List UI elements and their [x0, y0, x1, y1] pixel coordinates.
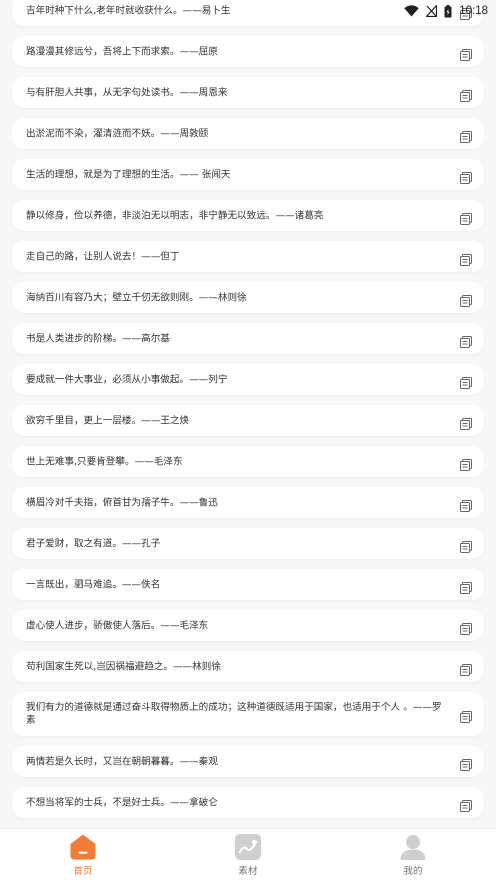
copy-icon[interactable]: [460, 128, 472, 143]
quote-item[interactable]: 苟利国家生死以,岂因祸福避趋之。——林则徐: [12, 651, 484, 682]
quote-text: 要成就一件大事业，必须从小事做起。——列宁: [26, 374, 228, 385]
quote-text: 虚心使人进步，骄傲使人落后。——毛泽东: [26, 620, 209, 631]
quote-text: 书是人类进步的阶梯。——高尔基: [26, 333, 170, 344]
quote-text: 君子爱财，取之有道。——孔子: [26, 538, 161, 549]
tab-materials-label: 素材: [238, 866, 258, 877]
quote-text: 世上无难事,只要肯登攀。——毛泽东: [26, 456, 183, 467]
quote-item[interactable]: 我们有力的道德就是通过奋斗取得物质上的成功；这种道德既适用于国家，也适用于个人 …: [12, 692, 484, 736]
quote-text: 静以修身，俭以养德，非淡泊无以明志，非宁静无以致远。——诸葛亮: [26, 210, 324, 221]
quote-item[interactable]: 虚心使人进步，骄傲使人落后。——毛泽东: [12, 610, 484, 641]
quote-text: 生活的理想，就是为了理想的生活。—— 张闻天: [26, 169, 231, 180]
quote-item[interactable]: 走自己的路，让别人说去！——但丁: [12, 241, 484, 272]
image-icon: [235, 834, 261, 860]
copy-icon[interactable]: [460, 374, 472, 389]
wifi-icon: [404, 5, 419, 17]
quote-text: 一言既出，驷马难追。——佚名: [26, 579, 161, 590]
quote-item[interactable]: 不想当将军的士兵，不是好士兵。——拿破仑: [12, 787, 484, 818]
copy-icon[interactable]: [460, 210, 472, 225]
quote-item[interactable]: 一言既出，驷马难追。——佚名: [12, 569, 484, 600]
copy-icon[interactable]: [460, 756, 472, 771]
quote-item[interactable]: 路漫漫其修远兮，吾将上下而求索。——屈原: [12, 36, 484, 67]
status-icons: 10:18: [404, 3, 488, 19]
copy-icon[interactable]: [460, 87, 472, 102]
signal-off-icon: [426, 5, 438, 17]
copy-icon[interactable]: [460, 538, 472, 553]
quote-text: 海纳百川有容乃大；壁立千仞无欲则刚。——林则徐: [26, 292, 247, 303]
quote-item[interactable]: 书是人类进步的阶梯。——高尔基: [12, 323, 484, 354]
copy-icon[interactable]: [460, 333, 472, 348]
copy-icon[interactable]: [460, 497, 472, 512]
quote-item[interactable]: 与有肝胆人共事，从无字句处读书。——周恩来: [12, 77, 484, 108]
copy-icon[interactable]: [460, 251, 472, 266]
copy-icon[interactable]: [460, 620, 472, 635]
quote-text: 出淤泥而不染，濯清涟而不妖。——周敦颐: [26, 128, 209, 139]
quote-text: 横眉冷对千夫指，俯首甘为孺子牛。——鲁迅: [26, 497, 218, 508]
status-time: 10:18: [459, 5, 488, 17]
battery-icon: [444, 4, 452, 18]
quote-text: 欲穷千里目，更上一层楼。——王之焕: [26, 415, 190, 426]
bottom-tab-bar: 首页 素材 我的: [0, 828, 496, 881]
quote-text: 两情若是久长时，又岂在朝朝暮暮。——秦观: [26, 756, 218, 767]
quote-list[interactable]: 吉年时种下什么,老年时就收获什么。——易卜生 路漫漫其修远兮，吾将上下而求索。——…: [0, 0, 496, 828]
quote-text: 我们有力的道德就是通过奋斗取得物质上的成功；这种道德既适用于国家，也适用于个人 …: [26, 702, 442, 726]
copy-icon[interactable]: [460, 797, 472, 812]
quote-item[interactable]: 海纳百川有容乃大；壁立千仞无欲则刚。——林则徐: [12, 282, 484, 313]
quote-item[interactable]: 横眉冷对千夫指，俯首甘为孺子牛。——鲁迅: [12, 487, 484, 518]
quote-item[interactable]: 生活的理想，就是为了理想的生活。—— 张闻天: [12, 159, 484, 190]
quote-text: 走自己的路，让别人说去！——但丁: [26, 251, 180, 262]
quote-item[interactable]: 世上无难事,只要肯登攀。——毛泽东: [12, 446, 484, 477]
quote-text: 与有肝胆人共事，从无字句处读书。——周恩来: [26, 87, 228, 98]
tab-home[interactable]: 首页: [53, 829, 113, 881]
copy-icon[interactable]: [460, 169, 472, 184]
quote-item[interactable]: 出淤泥而不染，濯清涟而不妖。——周敦颐: [12, 118, 484, 149]
user-icon: [400, 834, 426, 860]
quote-item[interactable]: 欲穷千里目，更上一层楼。——王之焕: [12, 405, 484, 436]
home-icon: [70, 834, 96, 860]
copy-icon[interactable]: [460, 46, 472, 61]
quote-text: 路漫漫其修远兮，吾将上下而求索。——屈原: [26, 46, 218, 57]
tab-profile[interactable]: 我的: [383, 829, 443, 881]
copy-icon[interactable]: [460, 415, 472, 430]
quote-text: 不想当将军的士兵，不是好士兵。——拿破仑: [26, 797, 218, 808]
quote-item[interactable]: 静以修身，俭以养德，非淡泊无以明志，非宁静无以致远。——诸葛亮: [12, 200, 484, 231]
status-bar: 10:18: [0, 0, 496, 22]
tab-profile-label: 我的: [403, 866, 423, 877]
tab-home-label: 首页: [73, 866, 93, 877]
copy-icon[interactable]: [460, 579, 472, 594]
quote-item[interactable]: 君子爱财，取之有道。——孔子: [12, 528, 484, 559]
quote-item[interactable]: 两情若是久长时，又岂在朝朝暮暮。——秦观: [12, 746, 484, 777]
copy-icon[interactable]: [460, 708, 472, 723]
tab-materials[interactable]: 素材: [218, 829, 278, 881]
quote-item[interactable]: 要成就一件大事业，必须从小事做起。——列宁: [12, 364, 484, 395]
quote-text: 苟利国家生死以,岂因祸福避趋之。——林则徐: [26, 661, 221, 672]
copy-icon[interactable]: [460, 661, 472, 676]
copy-icon[interactable]: [460, 292, 472, 307]
copy-icon[interactable]: [460, 456, 472, 471]
